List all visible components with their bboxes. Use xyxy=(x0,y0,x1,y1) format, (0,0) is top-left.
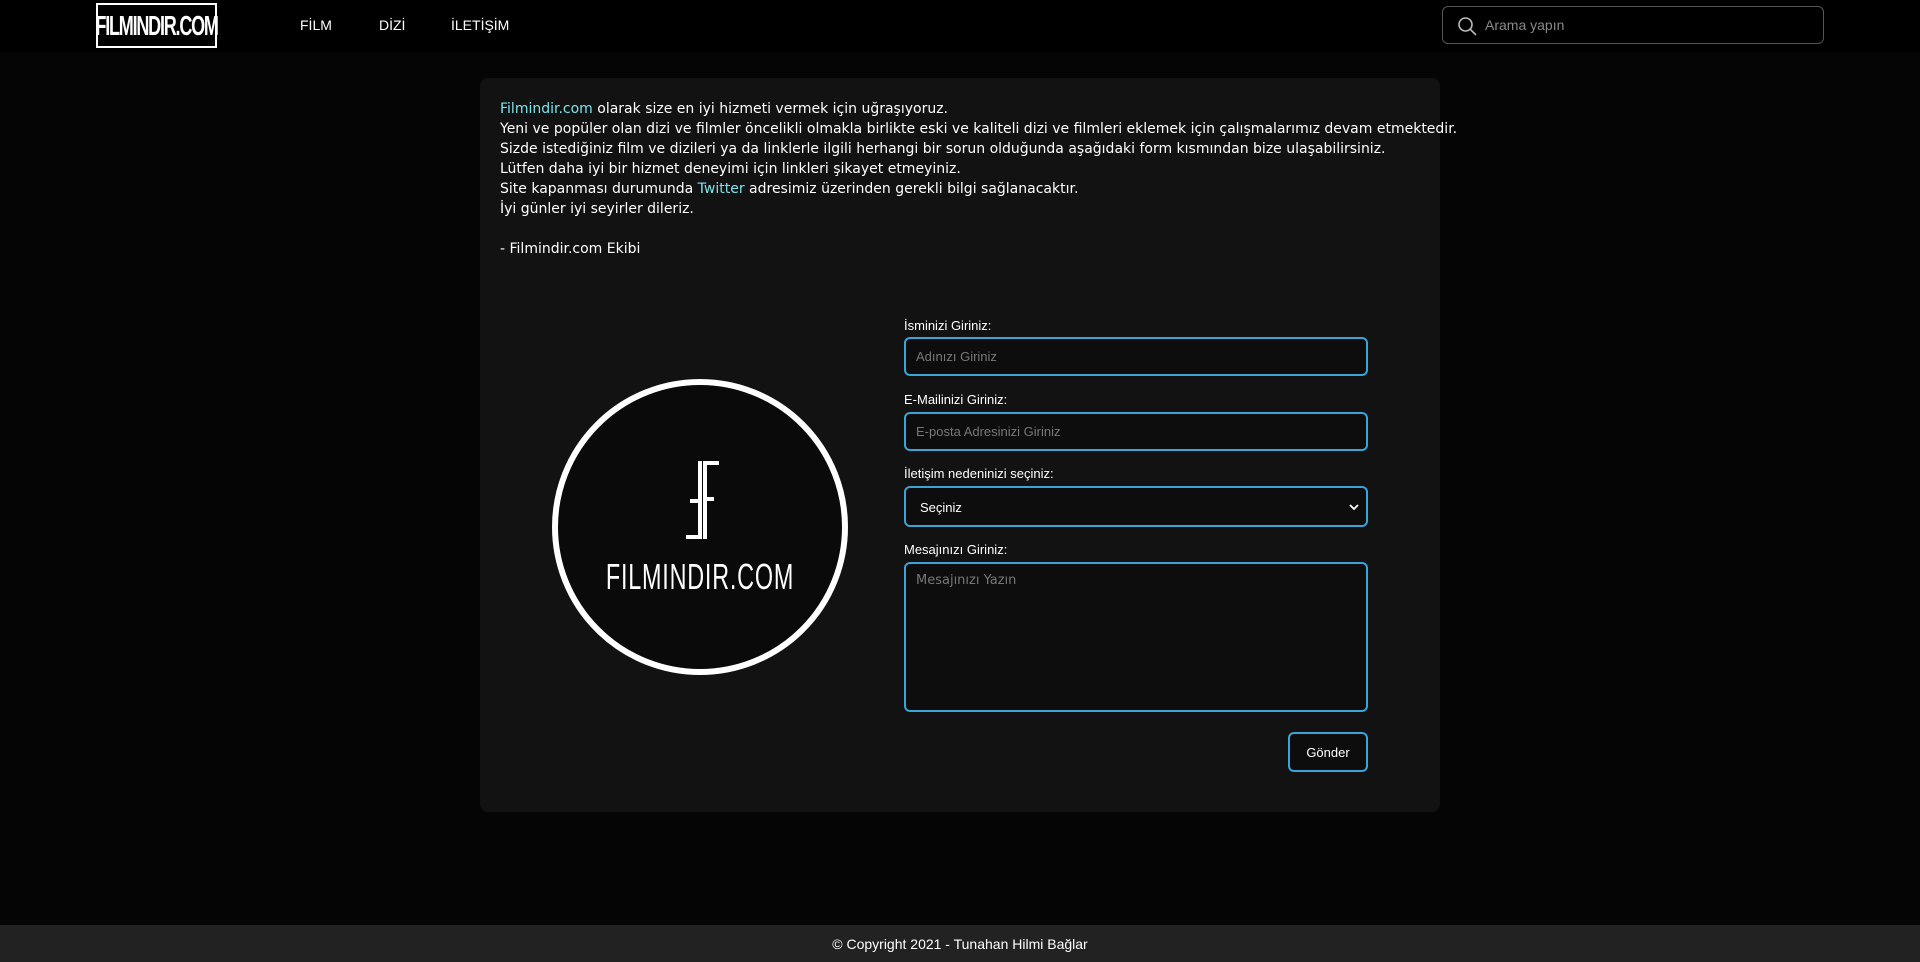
email-label: E-Mailinizi Giriniz: xyxy=(904,392,1008,407)
name-label: İsminizi Giriniz: xyxy=(904,318,992,333)
intro-text: Filmindir.com olarak size en iyi hizmeti… xyxy=(500,99,1458,259)
intro-spacer xyxy=(500,219,1420,239)
twitter-link[interactable]: Twitter xyxy=(698,181,745,197)
contact-card: Filmindir.com olarak size en iyi hizmeti… xyxy=(480,78,1458,812)
logo-box: FILMINDIR.COM xyxy=(95,5,219,46)
name-field[interactable] xyxy=(904,337,1368,376)
submit-button[interactable]: Gönder xyxy=(1288,732,1368,772)
nav-iletisim[interactable]: İLETİŞİM xyxy=(451,17,509,33)
top-navbar: FILMINDIR.COM FİLM DİZİ İLETİŞİM xyxy=(0,0,1920,52)
intro-line-5: Site kapanması durumunda Twitter adresim… xyxy=(500,179,1420,199)
intro-line-2: Yeni ve popüler olan dizi ve filmler önc… xyxy=(500,121,1458,137)
intro-line-5-post: adresimiz üzerinden gerekli bilgi sağlan… xyxy=(744,181,1079,197)
message-field[interactable] xyxy=(904,562,1368,712)
signature: - Filmindir.com Ekibi xyxy=(500,241,641,257)
intro-line-1-text: olarak size en iyi hizmeti vermek için u… xyxy=(592,101,949,117)
nav-film[interactable]: FİLM xyxy=(300,17,332,33)
ff-monogram-icon xyxy=(686,461,719,539)
search-icon[interactable] xyxy=(1457,16,1477,36)
reason-label: İletişim nedeninizi seçiniz: xyxy=(904,466,1054,481)
email-field[interactable] xyxy=(904,412,1368,451)
copyright-text: © Copyright 2021 - Tunahan Hilmi Bağlar xyxy=(832,935,1088,952)
nav-dizi[interactable]: DİZİ xyxy=(379,17,405,33)
intro-line-5-pre: Site kapanması durumunda xyxy=(500,181,698,197)
logo-text: FILMINDIR.COM xyxy=(95,9,219,41)
footer: © Copyright 2021 - Tunahan Hilmi Bağlar xyxy=(0,925,1920,962)
search-box xyxy=(1442,6,1824,44)
reason-select[interactable]: Seçiniz xyxy=(904,486,1368,527)
intro-line-3: Sizde istediğiniz film ve dizileri ya da… xyxy=(500,141,1386,157)
intro-line-4: Lütfen daha iyi bir hizmet deneyimi için… xyxy=(500,161,961,177)
message-label: Mesajınızı Giriniz: xyxy=(904,542,1008,557)
intro-line-1: Filmindir.com olarak size en iyi hizmeti… xyxy=(500,99,1420,119)
brand-circle-text: FILMINDIR.COM xyxy=(605,557,795,598)
search-input[interactable] xyxy=(1485,15,1805,35)
brand-circle-logo: FILMINDIR.COM xyxy=(552,379,848,675)
chevron-down-icon xyxy=(1349,504,1359,511)
site-logo[interactable]: FILMINDIR.COM xyxy=(95,3,219,48)
filmindir-link[interactable]: Filmindir.com xyxy=(500,101,593,117)
intro-line-6: İyi günler iyi seyirler dileriz. xyxy=(500,201,694,217)
reason-selected-value: Seçiniz xyxy=(920,500,962,515)
